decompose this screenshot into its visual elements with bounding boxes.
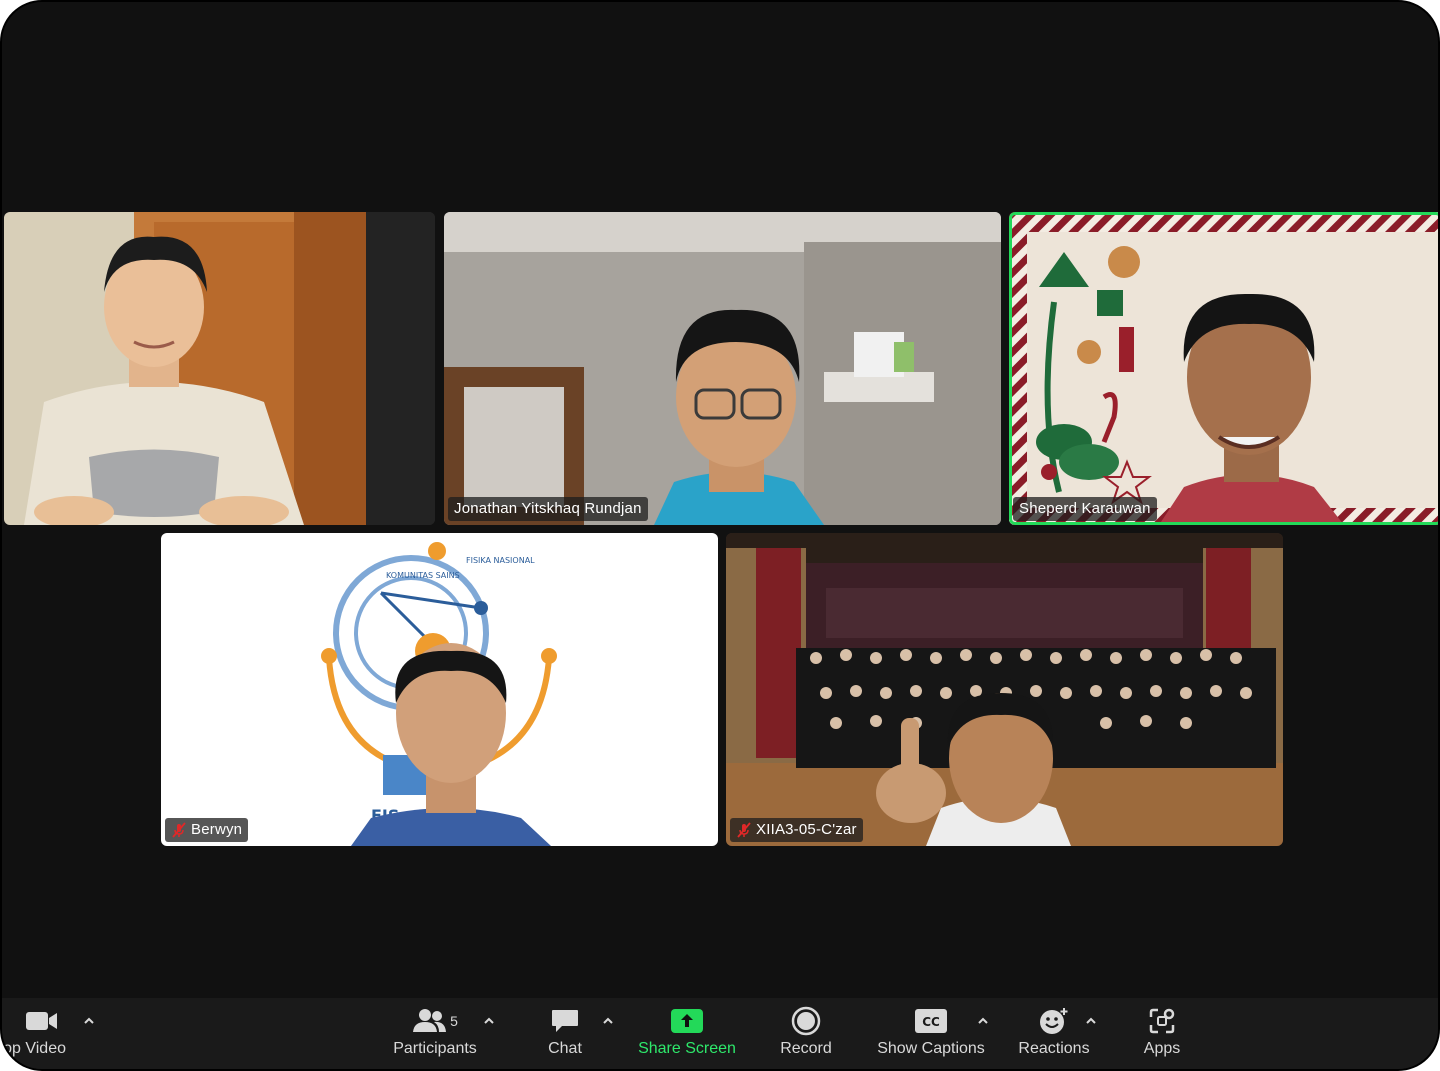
share-screen-button[interactable]: Share Screen	[632, 1006, 742, 1058]
participant-name-tag: Jonathan Yitskhaq Rundjan	[448, 497, 648, 521]
video-tile-participant-2[interactable]: Jonathan Yitskhaq Rundjan	[444, 212, 1001, 525]
logo-arc-text-right: FISIKA NASIONAL	[466, 556, 535, 565]
participant-name: XIIA3-05-C'zar	[756, 821, 857, 838]
chat-bubble-icon	[552, 1010, 578, 1032]
mic-muted-icon	[737, 822, 751, 838]
smiley-reaction-icon	[1040, 1008, 1068, 1034]
svg-text:CC: CC	[922, 1015, 940, 1029]
video-camera-icon	[26, 1012, 57, 1030]
video-feed: KOMUNITAS SAINS FISIKA NASIONAL FIS	[161, 533, 718, 846]
participant-name: Jonathan Yitskhaq Rundjan	[454, 500, 642, 517]
participants-count: 5	[450, 1013, 458, 1029]
participants-button[interactable]: 5 Participants	[388, 1006, 482, 1058]
video-tile-participant-3[interactable]: Sheperd Karauwan	[1009, 212, 1438, 525]
chat-options-chevron-up-icon[interactable]	[601, 1014, 615, 1028]
reactions-label: Reactions	[1018, 1040, 1090, 1057]
record-label: Record	[780, 1040, 832, 1057]
apps-icon	[1149, 1008, 1175, 1034]
stop-video-button[interactable]: Stop Video	[2, 1006, 92, 1058]
participant-name-tag: Sheperd Karauwan	[1013, 497, 1157, 521]
participants-options-chevron-up-icon[interactable]	[482, 1014, 496, 1028]
chat-button[interactable]: Chat	[535, 1006, 595, 1058]
participant-name-tag: XIIA3-05-C'zar	[730, 818, 863, 842]
video-feed	[4, 212, 435, 525]
participant-name: Berwyn	[191, 821, 243, 838]
chat-label: Chat	[548, 1040, 582, 1057]
mic-muted-icon	[172, 822, 186, 838]
video-feed	[1009, 212, 1438, 525]
participant-name: Sheperd Karauwan	[1019, 500, 1151, 517]
captions-options-chevron-up-icon[interactable]	[976, 1014, 990, 1028]
show-captions-label: Show Captions	[877, 1040, 985, 1057]
record-icon	[791, 1006, 821, 1036]
participants-icon	[413, 1009, 447, 1032]
share-screen-arrow-icon	[671, 1009, 703, 1033]
logo-arc-text-left: KOMUNITAS SAINS	[386, 571, 460, 580]
meeting-window: Jonathan Yitskhaq Rundjan Sheperd Karauw…	[0, 0, 1440, 1071]
record-button[interactable]: Record	[772, 1006, 840, 1058]
show-captions-button[interactable]: CC Show Captions	[870, 1006, 992, 1058]
participant-name-tag: Berwyn	[165, 818, 249, 842]
video-tile-participant-4[interactable]: KOMUNITAS SAINS FISIKA NASIONAL FIS Berw…	[161, 533, 718, 846]
video-feed	[726, 533, 1283, 846]
video-options-chevron-up-icon[interactable]	[82, 1014, 96, 1028]
participants-label: Participants	[393, 1040, 477, 1057]
apps-label: Apps	[1143, 1040, 1181, 1057]
video-tile-participant-1[interactable]	[4, 212, 435, 525]
closed-captions-icon: CC	[915, 1009, 947, 1033]
apps-button[interactable]: Apps	[1132, 1006, 1192, 1058]
video-tile-participant-5[interactable]: XIIA3-05-C'zar	[726, 533, 1283, 846]
reactions-options-chevron-up-icon[interactable]	[1084, 1014, 1098, 1028]
share-screen-label: Share Screen	[638, 1040, 736, 1057]
stop-video-label: Stop Video	[2, 1040, 66, 1057]
meeting-toolbar: Stop Video 5 Participants	[2, 998, 1438, 1069]
video-feed	[444, 212, 1001, 525]
